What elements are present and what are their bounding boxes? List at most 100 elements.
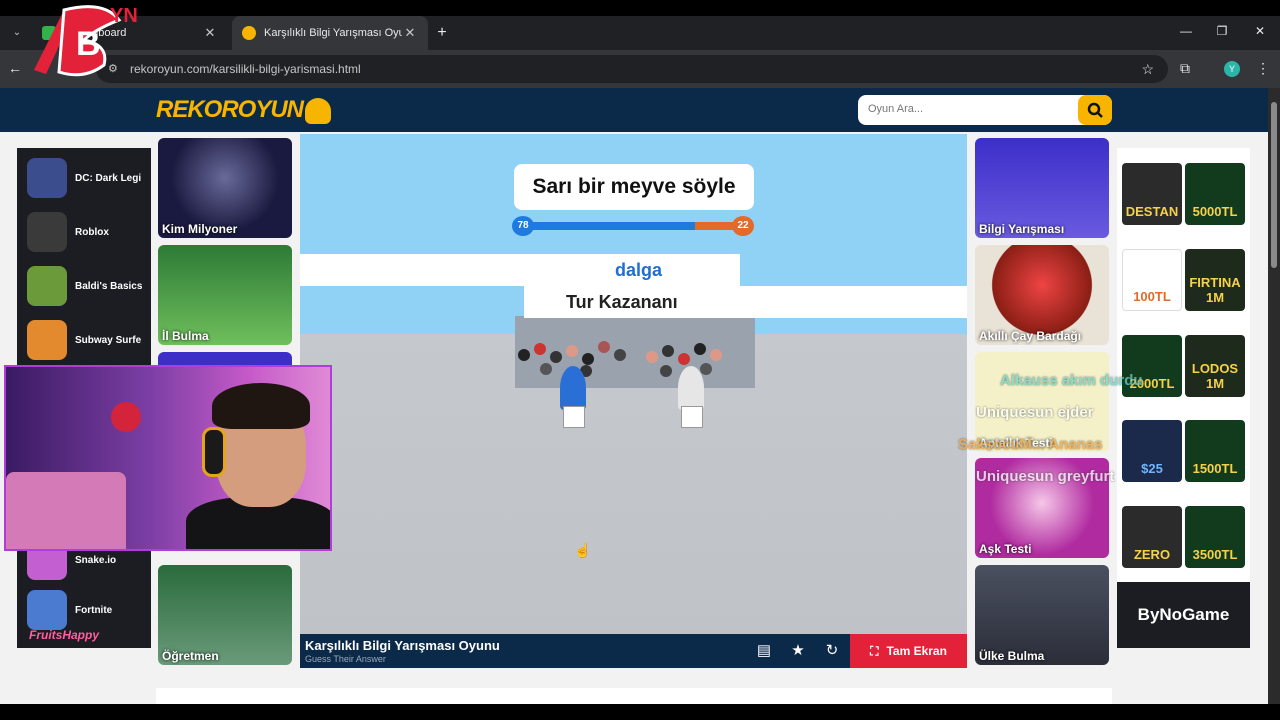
score-left: 78 <box>512 216 534 236</box>
tab-strip: ⌄ k Dashboard ✕ Karşılıklı Bilgi Yarışma… <box>0 16 1280 50</box>
fullscreen-button[interactable]: ⛶ Tam Ekran <box>850 634 967 668</box>
profile-avatar[interactable]: Y <box>1224 61 1240 77</box>
game-thumb-ulke-bulma[interactable]: Ülke Bulma <box>975 565 1109 665</box>
fullscreen-icon: ⛶ <box>870 643 879 658</box>
game-thumb-ogretmen[interactable]: Öğretmen <box>158 565 292 665</box>
ad-game-label: Snake.io <box>75 554 117 566</box>
svg-text:YN: YN <box>110 5 138 27</box>
blue-player <box>560 366 586 410</box>
tab-close-icon[interactable]: ✕ <box>402 25 418 41</box>
search-button[interactable] <box>1078 95 1112 125</box>
game-title: Karşılıklı Bilgi Yarışması Oyunu <box>305 638 500 653</box>
game-thumb-bilgi-yarismasi[interactable]: Bilgi Yarışması <box>975 138 1109 238</box>
game-icon <box>27 590 67 630</box>
bottom-ad-strip <box>156 688 1112 704</box>
fullscreen-label: Tam Ekran <box>886 644 947 658</box>
rekoroyun-favicon-icon <box>242 26 256 40</box>
podium-left <box>563 406 585 428</box>
site-header: REKOROYUN Oyun Ara... <box>0 88 1268 132</box>
url-text: rekoroyun.com/karsilikli-bilgi-yarismasi… <box>130 62 361 76</box>
game-thumb-il-bulma[interactable]: İl Bulma <box>158 245 292 345</box>
answer-word: dalga <box>300 254 740 286</box>
ad-card[interactable]: LODOS 1M <box>1185 335 1245 397</box>
ad-game-label: Fortnite <box>75 604 113 616</box>
ad-card[interactable]: DESTAN <box>1122 163 1182 225</box>
ad-game-item[interactable]: Subway Surfe <box>27 318 147 362</box>
ad-card[interactable]: 100TL <box>1122 249 1182 311</box>
thumb-caption: İl Bulma <box>162 329 209 343</box>
game-thumb-cay-bardagi[interactable]: Akıllı Çay Bardağı <box>975 245 1109 345</box>
game-icon <box>27 320 67 360</box>
restore-button[interactable]: ❐ <box>1212 24 1232 38</box>
score-progress: 78 22 <box>512 216 754 236</box>
url-field[interactable]: ⚙ rekoroyun.com/karsilikli-bilgi-yarisma… <box>96 55 1168 83</box>
ad-card[interactable]: 1500TL <box>1185 420 1245 482</box>
chat-message: SaksocuM... Ananas <box>958 436 1103 453</box>
tab-title: Karşılıklı Bilgi Yarışması Oyunu <box>264 27 402 39</box>
thumb-caption: Bilgi Yarışması <box>979 222 1065 236</box>
progress-fill <box>522 222 696 230</box>
search-input[interactable]: Oyun Ara... <box>868 103 923 115</box>
thumb-caption: Öğretmen <box>162 649 219 663</box>
ad-card[interactable]: 5000TL <box>1185 163 1245 225</box>
scroll-thumb[interactable] <box>1271 102 1277 268</box>
minimize-button[interactable]: — <box>1176 24 1196 38</box>
thumb-caption: Kim Milyoner <box>162 222 238 236</box>
crowd <box>510 339 750 399</box>
extensions-puzzle-icon[interactable]: ⧉ <box>1180 60 1190 77</box>
address-bar-row: ← ⚙ rekoroyun.com/karsilikli-bilgi-yaris… <box>0 50 1280 88</box>
score-right: 22 <box>732 216 754 236</box>
reload-icon[interactable]: ↻ <box>821 641 843 659</box>
ad-brand-label: FruitsHappy <box>29 628 100 642</box>
mouse-cursor-icon: ☝ <box>574 542 592 558</box>
ad-game-item[interactable]: Roblox <box>27 210 147 254</box>
game-footer-bar: Karşılıklı Bilgi Yarışması Oyunu Guess T… <box>300 634 967 668</box>
favorite-star-icon[interactable]: ★ <box>787 641 809 659</box>
tab-close-icon[interactable]: ✕ <box>202 25 218 41</box>
close-window-button[interactable]: ✕ <box>1250 24 1270 38</box>
game-icon <box>27 158 67 198</box>
ad-card[interactable]: $25 <box>1122 420 1182 482</box>
ad-game-label: Subway Surfe <box>75 334 142 346</box>
bynogame-banner[interactable]: ByNoGame <box>1117 582 1250 648</box>
game-icon <box>27 212 67 252</box>
back-arrow-icon[interactable]: ← <box>8 60 22 76</box>
search-icon <box>1087 102 1103 118</box>
ad-game-item[interactable]: Baldi's Basics <box>27 264 147 308</box>
question-box: Sarı bir meyve söyle <box>514 164 754 210</box>
chat-message: Uniquesun greyfurt <box>976 468 1115 485</box>
round-winner-label: Tur Kazananı <box>524 286 967 318</box>
ad-card[interactable]: FIRTINA 1M <box>1185 249 1245 311</box>
game-subtitle: Guess Their Answer <box>305 654 386 664</box>
bunny-player <box>678 366 704 410</box>
ad-game-item[interactable]: DC: Dark Legi <box>27 156 147 200</box>
ad-card[interactable]: 3500TL <box>1185 506 1245 568</box>
page-scrollbar[interactable] <box>1268 88 1280 704</box>
game-icon <box>27 266 67 306</box>
chat-message: Alkauss akım durdu <box>1000 372 1143 389</box>
ad-card[interactable]: ZERO <box>1122 506 1182 568</box>
right-ad-panel: DESTAN 5000TL 100TL FIRTINA 1M 2000TL LO… <box>1117 148 1250 648</box>
tab-rekoroyun[interactable]: Karşılıklı Bilgi Yarışması Oyunu ✕ <box>232 16 428 50</box>
ad-game-label: Roblox <box>75 226 109 238</box>
game-canvas[interactable]: Sarı bir meyve söyle 78 22 dalga Tur Kaz… <box>300 134 967 634</box>
new-tab-button[interactable]: + <box>432 23 452 43</box>
sofa <box>6 472 126 549</box>
chat-message: Uniquesun ejder <box>976 404 1094 421</box>
streamer-logo: B YN <box>34 5 138 77</box>
logo-text: REKOROYUN <box>156 96 304 123</box>
comment-icon[interactable]: ▤ <box>753 641 775 659</box>
browser-menu-icon[interactable]: ⋮ <box>1256 60 1270 77</box>
streamer-hair <box>212 383 310 429</box>
svg-text:B: B <box>76 25 101 63</box>
red-lantern <box>111 402 141 432</box>
search-bar: Oyun Ara... <box>858 95 1112 125</box>
webcam-overlay <box>4 365 332 551</box>
site-logo[interactable]: REKOROYUN <box>156 96 332 124</box>
thumb-caption: Akıllı Çay Bardağı <box>979 329 1082 343</box>
trophy-icon <box>305 97 332 124</box>
bookmark-star-icon[interactable]: ☆ <box>1141 55 1154 83</box>
ad-game-item[interactable]: Fortnite <box>27 588 147 632</box>
thumb-caption: Ülke Bulma <box>979 649 1045 663</box>
game-thumb-milyoner[interactable]: Kim Milyoner <box>158 138 292 238</box>
